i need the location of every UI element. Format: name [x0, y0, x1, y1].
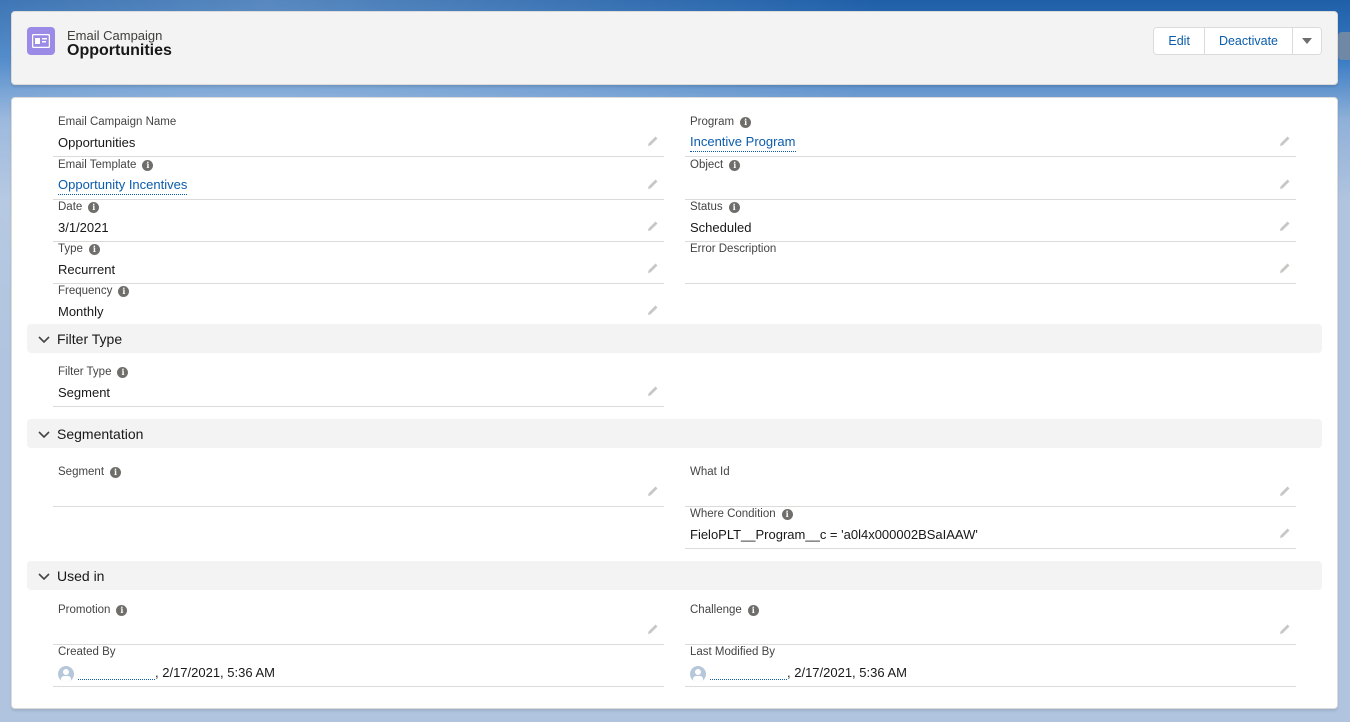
- field-value: FieloPLT__Program__c = 'a0l4x000002BSaIA…: [690, 527, 978, 542]
- edit-button[interactable]: Edit: [1154, 28, 1205, 54]
- field-last-modified-by: Last Modified By , 2/17/2021, 5:36 AM: [685, 645, 1296, 687]
- field-value: Recurrent: [58, 262, 116, 277]
- field-label: Frequency: [58, 285, 113, 297]
- program-link[interactable]: Incentive Program: [690, 134, 796, 152]
- pencil-icon[interactable]: [1279, 527, 1291, 539]
- pencil-icon[interactable]: [1279, 623, 1291, 635]
- deactivate-button[interactable]: Deactivate: [1204, 28, 1293, 54]
- field-segment: Segment i: [53, 465, 664, 507]
- field-value: 3/1/2021: [58, 220, 109, 235]
- pencil-icon[interactable]: [647, 485, 659, 497]
- section-segmentation[interactable]: Segmentation: [27, 419, 1322, 448]
- pencil-icon[interactable]: [1279, 135, 1291, 147]
- field-label: Email Campaign Name: [58, 116, 177, 128]
- field-email-template: Email Template i Opportunity Incentives: [53, 158, 664, 200]
- field-frequency: Frequency i Monthly: [53, 284, 664, 326]
- record-detail: Email Campaign Name Opportunities Progra…: [11, 97, 1338, 709]
- chevron-down-icon: [38, 430, 50, 438]
- info-icon[interactable]: i: [117, 366, 129, 378]
- info-icon[interactable]: i: [110, 466, 122, 478]
- info-icon[interactable]: i: [88, 201, 100, 213]
- field-label: Filter Type: [58, 366, 112, 378]
- pencil-icon[interactable]: [647, 178, 659, 190]
- created-by-date: , 2/17/2021, 5:36 AM: [155, 665, 275, 680]
- created-by-value: , 2/17/2021, 5:36 AM: [58, 664, 275, 682]
- field-what-id: What Id: [685, 465, 1296, 507]
- pencil-icon[interactable]: [1279, 262, 1291, 274]
- info-icon[interactable]: i: [729, 159, 741, 171]
- field-label: Status: [690, 201, 723, 213]
- info-icon[interactable]: i: [747, 604, 759, 616]
- pencil-icon[interactable]: [647, 220, 659, 232]
- info-icon[interactable]: i: [118, 285, 130, 297]
- field-label: Date: [58, 201, 83, 213]
- field-program: Program i Incentive Program: [685, 115, 1296, 157]
- field-label: Where Condition: [690, 508, 776, 520]
- section-filter-type[interactable]: Filter Type: [27, 324, 1322, 353]
- field-label: Type: [58, 243, 83, 255]
- object-type-label: Email Campaign: [67, 28, 163, 43]
- email-template-link[interactable]: Opportunity Incentives: [58, 177, 188, 195]
- field-date: Date i 3/1/2021: [53, 200, 664, 242]
- pencil-icon[interactable]: [647, 623, 659, 635]
- field-filter-type: Filter Type i Segment: [53, 365, 664, 407]
- chevron-down-icon: [38, 335, 50, 343]
- field-label: Program: [690, 116, 735, 128]
- info-icon[interactable]: i: [740, 116, 752, 128]
- section-title: Filter Type: [57, 330, 123, 347]
- section-title: Used in: [57, 567, 105, 584]
- field-label: What Id: [690, 466, 730, 478]
- pencil-icon[interactable]: [647, 304, 659, 316]
- field-email-campaign-name: Email Campaign Name Opportunities: [53, 115, 664, 157]
- chevron-down-icon: [38, 572, 50, 580]
- field-promotion: Promotion i: [53, 603, 664, 645]
- field-label: Last Modified By: [690, 646, 776, 658]
- chevron-down-icon: [1302, 38, 1312, 44]
- record-header: Email Campaign Opportunities Edit Deacti…: [11, 11, 1338, 85]
- field-label: Error Description: [690, 243, 777, 255]
- field-value: Scheduled: [690, 220, 752, 235]
- avatar[interactable]: [58, 665, 74, 682]
- more-actions-button[interactable]: [1293, 28, 1321, 54]
- info-icon[interactable]: i: [116, 604, 128, 616]
- field-value: Monthly: [58, 304, 104, 319]
- field-error-description: Error Description: [685, 242, 1296, 284]
- field-created-by: Created By , 2/17/2021, 5:36 AM: [53, 645, 664, 687]
- field-where-condition: Where Condition i FieloPLT__Program__c = …: [685, 507, 1296, 549]
- avatar[interactable]: [690, 665, 706, 682]
- pencil-icon[interactable]: [1279, 220, 1291, 232]
- field-status: Status i Scheduled: [685, 200, 1296, 242]
- created-by-user-link[interactable]: [78, 668, 155, 680]
- email-campaign-icon: [27, 27, 55, 55]
- pencil-icon[interactable]: [647, 262, 659, 274]
- pencil-icon[interactable]: [1279, 485, 1291, 497]
- field-label: Created By: [58, 646, 116, 658]
- field-label: Object: [690, 159, 724, 171]
- field-value: Segment: [58, 385, 111, 400]
- field-label: Email Template: [58, 159, 137, 171]
- field-label: Challenge: [690, 604, 742, 616]
- field-value: Opportunities: [58, 135, 136, 150]
- field-label: Promotion: [58, 604, 111, 616]
- utility-side-tab[interactable]: [1338, 32, 1350, 60]
- last-modified-by-date: , 2/17/2021, 5:36 AM: [787, 665, 907, 680]
- section-title: Segmentation: [57, 425, 144, 442]
- record-title: Opportunities: [67, 42, 172, 59]
- section-used-in[interactable]: Used in: [27, 561, 1322, 590]
- field-challenge: Challenge i: [685, 603, 1296, 645]
- pencil-icon[interactable]: [647, 135, 659, 147]
- field-object: Object i: [685, 158, 1296, 200]
- info-icon[interactable]: i: [88, 243, 100, 255]
- header-actions: Edit Deactivate: [1153, 27, 1322, 55]
- last-modified-by-user-link[interactable]: [710, 668, 787, 680]
- field-label: Segment: [58, 466, 105, 478]
- field-type: Type i Recurrent: [53, 242, 664, 284]
- pencil-icon[interactable]: [647, 385, 659, 397]
- pencil-icon[interactable]: [1279, 178, 1291, 190]
- info-icon[interactable]: i: [142, 159, 154, 171]
- last-modified-by-value: , 2/17/2021, 5:36 AM: [690, 664, 907, 682]
- info-icon[interactable]: i: [728, 201, 740, 213]
- info-icon[interactable]: i: [781, 508, 793, 520]
